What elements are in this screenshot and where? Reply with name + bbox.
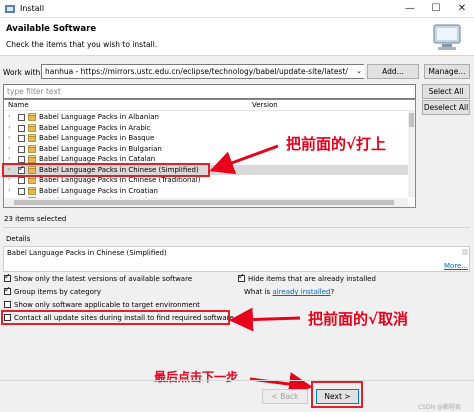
arrow-to-simplified: [209, 144, 279, 175]
back-button[interactable]: < Back: [262, 389, 308, 404]
arrow-to-contact-all: [229, 307, 301, 332]
annotation-check: 把前面的√打上: [286, 135, 387, 153]
next-button[interactable]: Next >: [316, 389, 359, 404]
annotation-uncheck: 把前面的√取消: [308, 310, 409, 328]
annotation-arrows: [209, 144, 313, 396]
watermark: CSDN @鹏程君: [418, 404, 462, 411]
annotation-next: 最后点击下一步: [154, 370, 239, 384]
bottom-divider: [0, 380, 474, 381]
